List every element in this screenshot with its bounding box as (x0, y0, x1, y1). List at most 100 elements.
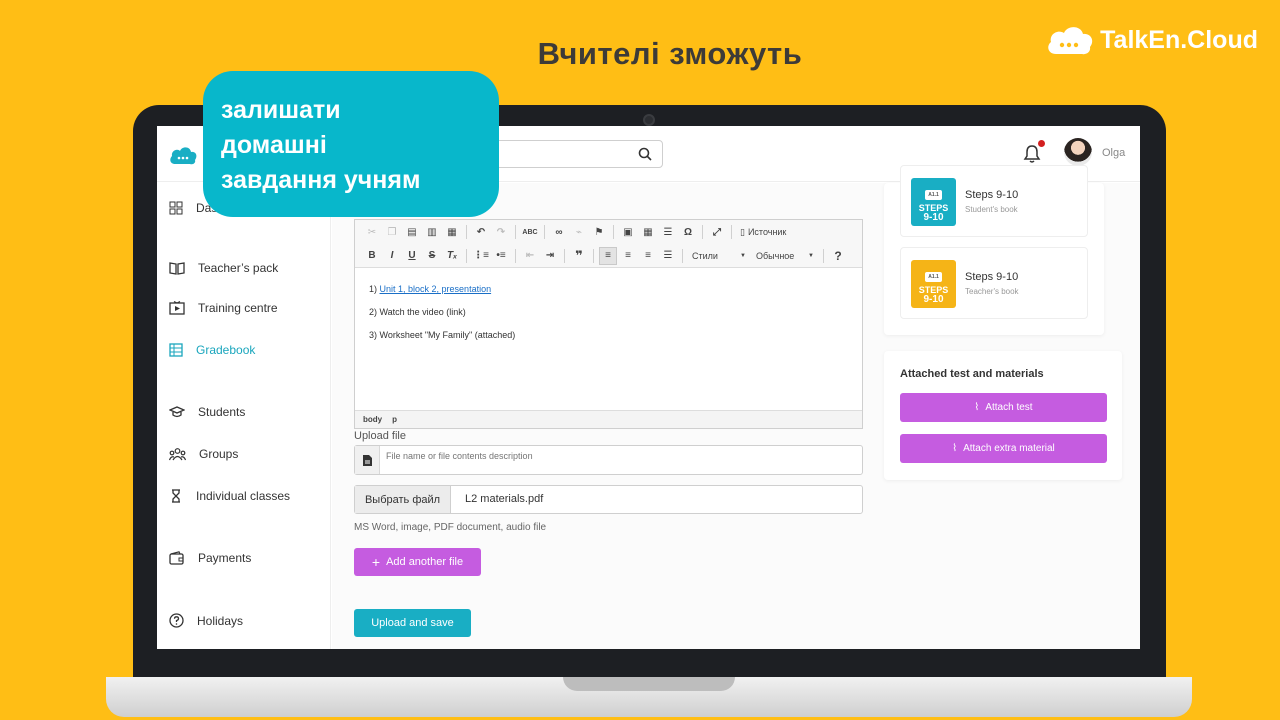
toolbar-divider (515, 225, 516, 239)
clear-format-icon[interactable]: Tₓ (443, 247, 461, 265)
cloud-chat-icon (1048, 27, 1093, 55)
book-item[interactable]: A1.1 STEPS 9-10 Steps 9-10 Teacher's boo… (900, 247, 1088, 319)
question-circle-icon (169, 613, 184, 628)
presentation-link[interactable]: Unit 1, block 2, presentation (380, 284, 492, 294)
sidebar-item-gradebook[interactable]: Gradebook (169, 343, 255, 357)
element-path-tag[interactable]: p (392, 415, 397, 424)
paste-text-icon[interactable]: ▥ (423, 223, 441, 241)
paste-icon[interactable]: ▤ (403, 223, 421, 241)
sidebar-item-label: Holidays (197, 613, 244, 628)
callout-line: залишати (221, 96, 341, 124)
plus-icon: + (371, 554, 381, 570)
file-description-input[interactable] (386, 451, 846, 461)
image-icon[interactable]: ▣ (619, 223, 637, 241)
toolbar-divider (466, 248, 467, 263)
play-screen-icon (169, 301, 185, 315)
cut-icon[interactable]: ✂ (363, 223, 381, 241)
app-logo-icon[interactable] (168, 144, 198, 166)
book-cover-number: 9-10 (923, 294, 944, 305)
toolbar-divider (702, 225, 703, 239)
outdent-icon[interactable]: ⇤ (521, 247, 539, 265)
rich-text-editor[interactable]: ✂ ❐ ▤ ▥ ▦ ↶ ↷ ABC ∞ ⌁ ⚑ ▣ ▦ ☰ Ω ⤢ ▯ Исто… (354, 219, 863, 429)
chevron-down-icon: ▼ (740, 252, 746, 259)
attach-extra-material-label: Attach extra material (963, 443, 1055, 454)
paste-word-icon[interactable]: ▦ (443, 223, 461, 241)
editor-toolbar-row-1: ✂ ❐ ▤ ▥ ▦ ↶ ↷ ABC ∞ ⌁ ⚑ ▣ ▦ ☰ Ω ⤢ ▯ Исто… (355, 220, 862, 244)
book-title: Steps 9-10 (965, 271, 1019, 283)
styles-select[interactable]: Стили ▼ (688, 248, 750, 264)
editor-line-3: 3) Worksheet "My Family" (attached) (369, 330, 516, 340)
book-cover-number: 9-10 (923, 212, 944, 223)
callout-line: домашні (221, 131, 327, 159)
sidebar-item-label: Groups (199, 447, 239, 461)
editor-content[interactable]: 1) Unit 1, block 2, presentation 2) Watc… (369, 278, 515, 347)
format-select[interactable]: Обычное ▼ (752, 248, 818, 264)
format-select-label: Обычное (756, 250, 795, 261)
attach-test-button[interactable]: ⌇ Attach test (900, 393, 1107, 422)
attached-materials-card: Attached test and materials ⌇ Attach tes… (884, 351, 1122, 480)
bullet-list-icon[interactable]: •≡ (492, 247, 510, 265)
sidebar-item-holidays[interactable]: Holidays (169, 613, 243, 628)
sidebar-item-groups[interactable]: Groups (169, 447, 238, 461)
choose-file-button[interactable]: Выбрать файл (355, 486, 451, 513)
copy-icon[interactable]: ❐ (383, 223, 401, 241)
link-icon[interactable]: ∞ (550, 223, 568, 241)
align-center-icon[interactable]: ≡ (619, 247, 637, 265)
blockquote-icon[interactable]: ❞ (570, 247, 588, 265)
avatar[interactable] (1064, 138, 1092, 166)
book-cover-level: A1.1 (925, 190, 942, 200)
align-right-icon[interactable]: ≡ (639, 247, 657, 265)
element-path-tag[interactable]: body (363, 415, 382, 424)
strikethrough-icon[interactable]: S (423, 247, 441, 265)
numbered-list-icon[interactable]: ⋮≡ (472, 247, 490, 265)
bold-icon[interactable]: B (363, 247, 381, 265)
chevron-down-icon: ▼ (808, 252, 814, 259)
sidebar-item-training-centre[interactable]: Training centre (169, 301, 278, 315)
unlink-icon[interactable]: ⌁ (570, 223, 588, 241)
bell-icon[interactable] (1023, 144, 1041, 164)
italic-icon[interactable]: I (383, 247, 401, 265)
spellcheck-icon[interactable]: ABC (521, 223, 539, 241)
align-left-icon[interactable]: ≡ (599, 246, 617, 265)
source-button[interactable]: ▯ Источник (737, 227, 789, 238)
book-subtitle: Teacher's book (965, 287, 1019, 296)
file-icon (355, 446, 380, 474)
horizontal-line-icon[interactable]: ☰ (659, 223, 677, 241)
file-description-field[interactable] (354, 445, 863, 475)
sidebar-item-teachers-pack[interactable]: Teacher’s pack (169, 261, 278, 275)
table-insert-icon[interactable]: ▦ (639, 223, 657, 241)
redo-icon[interactable]: ↷ (492, 223, 510, 241)
attach-extra-material-button[interactable]: ⌇ Attach extra material (900, 434, 1107, 463)
upload-and-save-button[interactable]: Upload and save (354, 609, 471, 637)
toolbar-divider (593, 248, 594, 263)
user-name[interactable]: Olga (1102, 147, 1125, 159)
sidebar-item-students[interactable]: Students (169, 405, 245, 419)
books-card: A1.1 STEPS 9-10 Steps 9-10 Student's boo… (884, 165, 1104, 335)
anchor-flag-icon[interactable]: ⚑ (590, 223, 608, 241)
editor-line-2: 2) Watch the video (link) (369, 307, 466, 317)
add-another-file-button[interactable]: + Add another file (354, 548, 481, 576)
paperclip-icon: ⌇ (952, 443, 958, 454)
sidebar: Dashboard Teacher’s pack Training centre… (157, 183, 331, 649)
grid-icon (169, 201, 183, 215)
sidebar-item-individual-classes[interactable]: Individual classes (169, 489, 290, 503)
book-cover: A1.1 STEPS 9-10 (911, 260, 956, 308)
align-justify-icon[interactable]: ☰ (659, 247, 677, 265)
brand-name: TalkEn.Cloud (1100, 25, 1258, 54)
notification-dot (1038, 140, 1045, 147)
search-icon[interactable] (638, 147, 652, 161)
special-char-icon[interactable]: Ω (679, 223, 697, 241)
undo-icon[interactable]: ↶ (472, 223, 490, 241)
maximize-icon[interactable]: ⤢ (708, 223, 726, 241)
book-cover-level: A1.1 (925, 272, 942, 282)
help-icon[interactable]: ? (829, 247, 847, 265)
source-icon: ▯ (740, 226, 745, 237)
indent-icon[interactable]: ⇥ (541, 247, 559, 265)
allowed-formats-hint: MS Word, image, PDF document, audio file (354, 522, 547, 533)
underline-icon[interactable]: U (403, 247, 421, 265)
file-picker[interactable]: Выбрать файл L2 materials.pdf (354, 485, 863, 514)
toolbar-divider (823, 248, 824, 263)
book-item[interactable]: A1.1 STEPS 9-10 Steps 9-10 Student's boo… (900, 165, 1088, 237)
toolbar-divider (564, 248, 565, 263)
sidebar-item-payments[interactable]: Payments (169, 551, 251, 565)
